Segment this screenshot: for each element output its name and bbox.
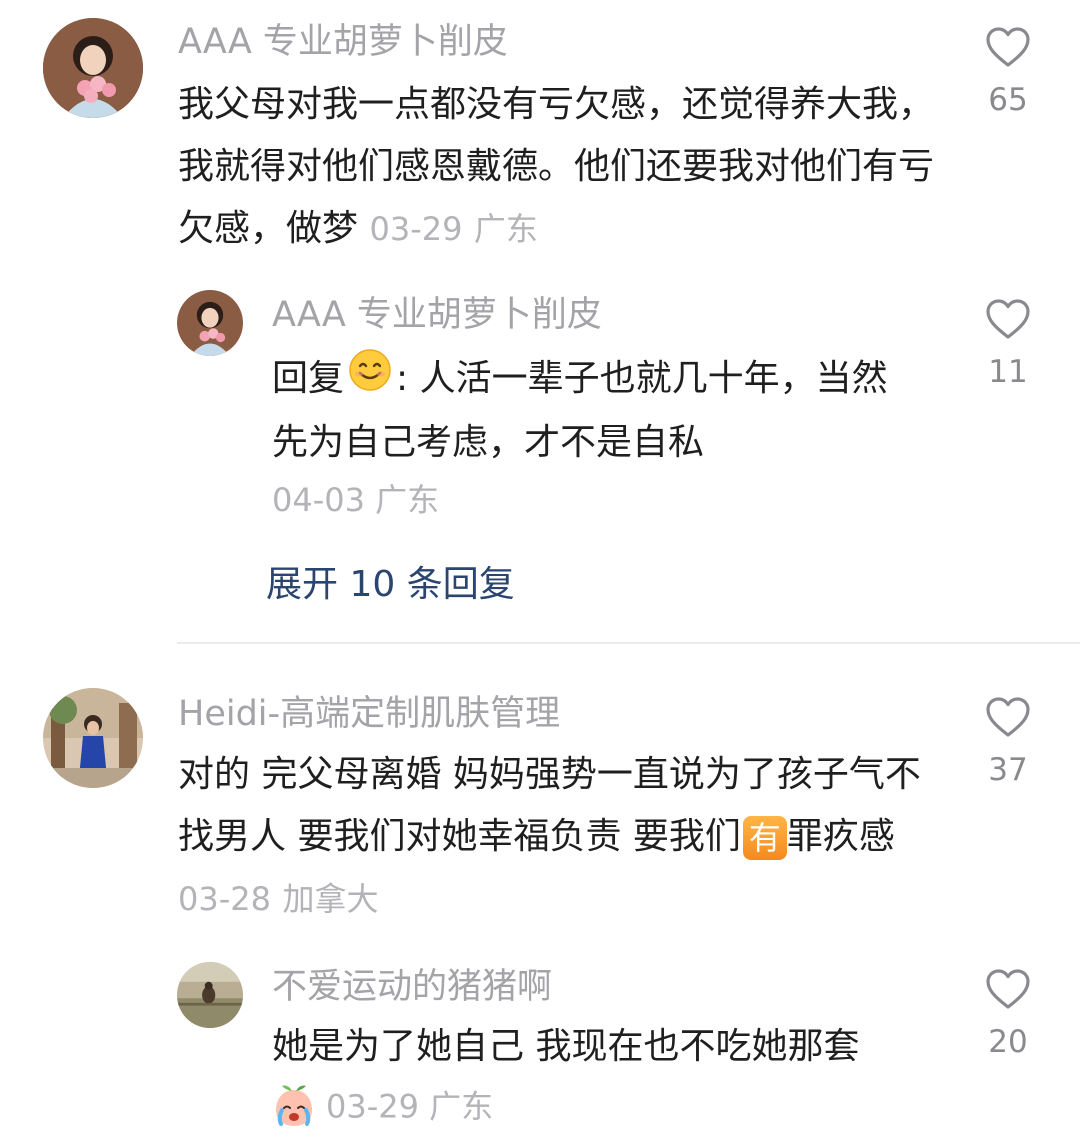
like-count: 20 [988,1024,1028,1060]
heart-outline-icon [986,27,1030,67]
comment-location: 广东 [473,210,538,248]
like-button[interactable]: 37 [978,696,1038,788]
avatar-image-woman-outdoor [43,688,143,788]
badge-emoji: 有 [742,816,787,860]
divider [177,642,1080,644]
reply-date: 03-29 [326,1087,419,1126]
like-count: 37 [988,752,1028,788]
avatar[interactable] [43,18,143,118]
username[interactable]: Heidi-高端定制肌肤管理 [178,697,560,732]
reply-text: 她是为了她自己 我现在也不吃她那套 [272,1026,860,1067]
avatar[interactable] [177,290,243,356]
like-count: 11 [988,354,1028,390]
reply-meta: 04-03 广东 [272,484,439,516]
username[interactable]: AAA 专业胡萝卜削皮 [272,298,602,333]
comment-location: 加拿大 [282,880,379,918]
heart-outline-icon [986,697,1030,737]
reply-prefix: 回复 [272,358,345,399]
avatar[interactable] [43,688,143,788]
expand-replies-button[interactable]: 展开 10 条回复 [266,555,515,607]
reply-meta: 03-29 广东 [270,1082,493,1135]
like-count: 65 [988,82,1028,118]
comment-date: 03-29 [369,210,463,248]
like-button[interactable]: 11 [978,298,1038,390]
comment-date: 03-28 [178,880,271,918]
crying-peach-emoji [270,1082,318,1135]
username[interactable]: 不爱运动的猪猪啊 [272,970,552,1005]
comment-body: 我父母对我一点都没有亏欠感，还觉得养大我，我就得对他们感恩戴德。他们还要我对他们… [178,84,935,249]
reply-location: 广东 [375,481,440,519]
reply-location: 广东 [429,1087,494,1126]
avatar-image-woman-flowers [43,18,143,118]
avatar-image-woman-flowers [177,290,243,356]
reply-date: 04-03 [272,481,365,519]
like-button[interactable]: 65 [978,26,1038,118]
avatar[interactable] [177,962,243,1028]
username[interactable]: AAA 专业胡萝卜削皮 [178,25,508,60]
heart-outline-icon [986,969,1030,1009]
smiling-face-emoji [348,348,392,412]
reply-text: 回复: 人活一辈子也就几十年，当然先为自己考虑，才不是自私 [272,348,922,474]
comment-body-end: 罪疚感 [786,816,895,857]
comment-text: 我父母对我一点都没有亏欠感，还觉得养大我，我就得对他们感恩戴德。他们还要我对他们… [178,74,938,260]
comment-text: 对的 完父母离婚 妈妈强势一直说为了孩子气不找男人 要我们对她幸福负责 要我们有… [178,744,938,930]
heart-outline-icon [986,299,1030,339]
avatar-image-bird [177,962,243,1028]
like-button[interactable]: 20 [978,968,1038,1060]
